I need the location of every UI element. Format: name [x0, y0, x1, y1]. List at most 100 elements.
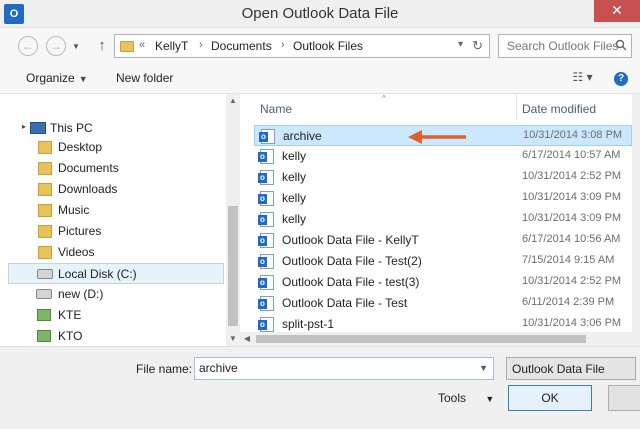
- file-date: 10/31/2014 3:09 PM: [522, 191, 622, 203]
- file-list-scrollbar[interactable]: [632, 94, 640, 346]
- drive-icon: [36, 289, 52, 299]
- file-name-combobox[interactable]: ▼: [194, 357, 494, 380]
- sidebar-item-this-pc[interactable]: ▸ This PC: [0, 118, 226, 139]
- expand-icon[interactable]: ▸: [22, 122, 26, 131]
- file-name: kelly: [282, 170, 307, 184]
- new-folder-button[interactable]: New folder: [116, 71, 173, 85]
- search-input[interactable]: Search Outlook Files: [507, 39, 618, 53]
- file-date: 10/31/2014 2:52 PM: [522, 275, 622, 287]
- sidebar-item-videos[interactable]: Videos: [0, 242, 226, 263]
- file-name: Outlook Data File - Test(2): [282, 254, 422, 268]
- file-name: Outlook Data File - test(3): [282, 275, 420, 289]
- window-title: Open Outlook Data File: [241, 5, 399, 22]
- horizontal-scrollbar[interactable]: ◀: [240, 332, 632, 346]
- file-name-label: File name:: [136, 362, 193, 376]
- file-name: split-pst-1: [282, 317, 335, 331]
- file-row[interactable]: kelly 6/17/2014 10:57 AM: [254, 146, 632, 167]
- sidebar-item-label: new (D:): [58, 287, 104, 301]
- address-segment-documents[interactable]: Documents: [211, 39, 272, 53]
- tools-button[interactable]: Tools ▼: [438, 391, 494, 405]
- sidebar-item-desktop[interactable]: Desktop: [0, 137, 226, 158]
- file-row[interactable]: kelly 10/31/2014 2:52 PM: [254, 167, 632, 188]
- file-row[interactable]: Outlook Data File - Test(2) 7/15/2014 9:…: [254, 251, 632, 272]
- title-bar: O Open Outlook Data File ✕: [0, 0, 640, 28]
- outlook-data-file-icon: [258, 233, 274, 248]
- chevron-down-icon[interactable]: ▼: [479, 363, 488, 373]
- file-row[interactable]: Outlook Data File - Test 6/11/2014 2:39 …: [254, 293, 632, 314]
- sidebar-item-music[interactable]: Music: [0, 200, 226, 221]
- forward-button[interactable]: →: [46, 36, 66, 56]
- command-toolbar: Organize ▼ New folder ☷ ▾ ?: [0, 62, 640, 94]
- organize-button[interactable]: Organize ▼: [26, 71, 88, 85]
- scroll-down-icon[interactable]: ▼: [226, 332, 240, 346]
- file-row[interactable]: kelly 10/31/2014 3:09 PM: [254, 188, 632, 209]
- file-date: 10/31/2014 3:09 PM: [522, 212, 622, 224]
- sidebar-item-downloads[interactable]: Downloads: [0, 179, 226, 200]
- file-date: 6/11/2014 2:39 PM: [522, 296, 615, 308]
- address-segment-kellyt[interactable]: KellyT: [155, 39, 188, 53]
- file-name: Outlook Data File - Test: [282, 296, 408, 310]
- dialog-footer: File name: ▼ Outlook Data File Tools ▼ O…: [0, 346, 640, 429]
- sidebar-item-kte[interactable]: KTE: [0, 305, 226, 326]
- sidebar-item-label: Videos: [58, 245, 95, 259]
- column-divider[interactable]: [516, 94, 517, 120]
- address-overflow[interactable]: «: [139, 39, 145, 51]
- navigation-pane: ▸ This PC Desktop Documents Downloads Mu…: [0, 94, 226, 346]
- sidebar-item-kto[interactable]: KTO: [0, 326, 226, 346]
- ok-button[interactable]: OK: [508, 385, 592, 411]
- file-type-value: Outlook Data File: [512, 362, 605, 376]
- file-row[interactable]: split-pst-1 10/31/2014 3:06 PM: [254, 314, 632, 332]
- file-date: 10/31/2014 3:08 PM: [523, 129, 623, 141]
- file-row[interactable]: Outlook Data File - test(3) 10/31/2014 2…: [254, 272, 632, 293]
- up-button[interactable]: ↑: [94, 36, 110, 56]
- cancel-button[interactable]: [608, 385, 640, 411]
- column-header-date-modified[interactable]: Date modified: [522, 102, 596, 116]
- view-options-icon[interactable]: ☷ ▾: [573, 70, 593, 84]
- view-options: ☷ ▾ ?: [573, 70, 628, 86]
- address-segment-outlook-files[interactable]: Outlook Files: [293, 39, 363, 53]
- outlook-data-file-icon: [258, 170, 274, 185]
- address-dropdown-icon[interactable]: ▾: [458, 39, 463, 50]
- tools-label: Tools: [438, 391, 467, 405]
- column-header-name[interactable]: Name: [260, 102, 292, 116]
- sidebar-item-local-disk-c[interactable]: Local Disk (C:): [8, 263, 224, 284]
- address-separator[interactable]: ›: [199, 39, 203, 51]
- sidebar-item-label: Desktop: [58, 140, 103, 154]
- refresh-icon[interactable]: ↻: [472, 38, 483, 54]
- sidebar-item-label: Documents: [58, 161, 119, 175]
- sidebar-item-label: Downloads: [58, 182, 118, 196]
- file-date: 6/17/2014 10:57 AM: [522, 149, 621, 161]
- scroll-up-icon[interactable]: ▲: [226, 94, 240, 108]
- scroll-left-icon[interactable]: ◀: [240, 332, 254, 346]
- address-bar[interactable]: « KellyT › Documents › Outlook Files ▾ ↻: [114, 34, 490, 58]
- navigation-bar: ← → ▼ ↑ « KellyT › Documents › Outlook F…: [0, 28, 640, 62]
- organize-label: Organize: [26, 71, 75, 85]
- sidebar-item-label: This PC: [50, 121, 93, 135]
- annotation-arrow-icon: [408, 130, 466, 144]
- computer-icon: [30, 122, 46, 134]
- file-name-field[interactable]: [199, 361, 469, 375]
- navigation-scrollbar[interactable]: ▲ ▼: [226, 94, 240, 346]
- sidebar-item-new-d[interactable]: new (D:): [0, 284, 226, 305]
- file-type-select[interactable]: Outlook Data File: [506, 357, 636, 380]
- search-box[interactable]: Search Outlook Files: [498, 34, 632, 58]
- back-button[interactable]: ←: [18, 36, 38, 56]
- recent-locations-icon[interactable]: ▼: [72, 42, 80, 51]
- address-separator[interactable]: ›: [281, 39, 285, 51]
- file-name: kelly: [282, 149, 307, 163]
- outlook-data-file-icon: [258, 254, 274, 269]
- file-row[interactable]: kelly 10/31/2014 3:09 PM: [254, 209, 632, 230]
- music-folder-icon: [38, 204, 52, 217]
- scrollbar-thumb[interactable]: [228, 206, 238, 326]
- outlook-data-file-icon: [258, 275, 274, 290]
- sidebar-item-documents[interactable]: Documents: [0, 158, 226, 179]
- sidebar-item-label: Local Disk (C:): [58, 267, 137, 281]
- close-button[interactable]: ✕: [594, 0, 640, 22]
- outlook-data-file-icon: [258, 296, 274, 311]
- sidebar-item-pictures[interactable]: Pictures: [0, 221, 226, 242]
- file-row[interactable]: Outlook Data File - KellyT 6/17/2014 10:…: [254, 230, 632, 251]
- outlook-data-file-icon: [258, 191, 274, 206]
- scrollbar-thumb[interactable]: [256, 335, 586, 343]
- help-icon[interactable]: ?: [614, 72, 628, 86]
- sidebar-item-label: KTO: [58, 329, 83, 343]
